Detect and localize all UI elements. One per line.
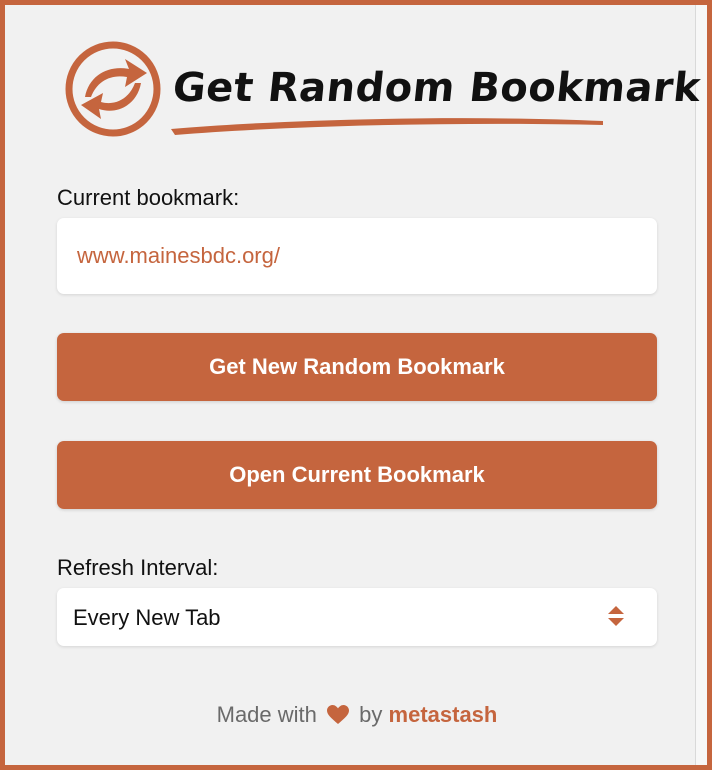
current-bookmark-link[interactable]: www.mainesbdc.org/ (77, 243, 280, 269)
refresh-interval-value: Every New Tab (73, 605, 221, 630)
current-bookmark-box: www.mainesbdc.org/ (57, 218, 657, 294)
open-current-bookmark-button[interactable]: Open Current Bookmark (57, 441, 657, 509)
refresh-interval-label: Refresh Interval: (57, 555, 219, 580)
heart-icon (327, 705, 350, 724)
footer-by-text: by (359, 702, 383, 727)
footer: Made with by metastash (5, 702, 709, 728)
refresh-arrows-icon (65, 41, 161, 137)
title-underline-swoosh (171, 118, 603, 135)
author-link[interactable]: metastash (389, 702, 498, 727)
footer-made-with-text: Made with (216, 702, 317, 727)
header: Get Random Bookmark (63, 39, 703, 149)
get-new-random-bookmark-button[interactable]: Get New Random Bookmark (57, 333, 657, 401)
scrollbar-track[interactable] (695, 5, 707, 765)
app-title: Get Random Bookmark (170, 65, 703, 111)
current-bookmark-label: Current bookmark: (57, 185, 240, 210)
extension-popup: Get Random Bookmark Current bookmark: ww… (0, 0, 712, 770)
select-arrows-icon (608, 606, 624, 626)
refresh-interval-select[interactable]: Every New Tab (57, 588, 657, 646)
